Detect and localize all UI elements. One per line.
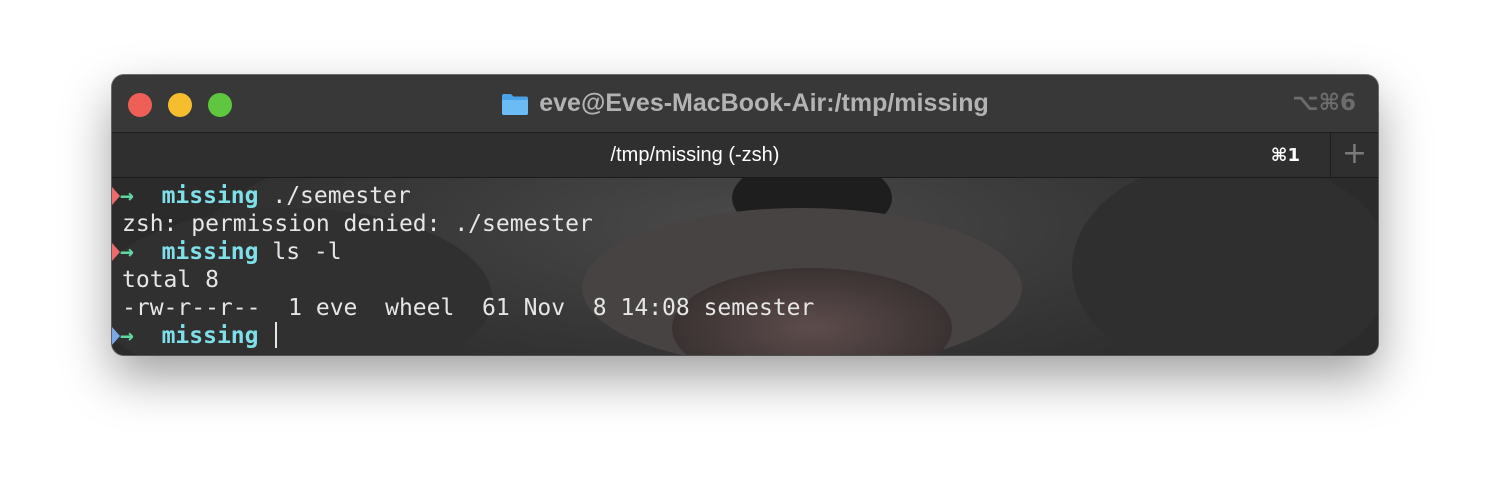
window-title-group: eve@Eves-MacBook-Air:/tmp/missing [501,89,989,118]
terminal-line: → missing ls -l [112,238,1378,266]
terminal-content[interactable]: → missing ./semester zsh: permission den… [112,178,1378,355]
status-marker-icon [112,187,120,205]
close-button[interactable] [128,93,152,117]
prompt-directory: missing [161,239,259,265]
command-text [259,323,273,349]
status-marker-icon [112,327,120,345]
tab-zsh[interactable]: /tmp/missing (-zsh) ⌘1 [112,133,1330,177]
prompt-arrow-icon: → [120,323,134,349]
terminal-line: → missing [112,322,1378,350]
tab-title: /tmp/missing (-zsh) [610,144,780,166]
prompt-arrow-icon: → [120,183,134,209]
zoom-button[interactable] [208,93,232,117]
terminal-line: -rw-r--r-- 1 eve wheel 61 Nov 8 14:08 se… [122,295,815,321]
status-marker-icon [112,243,120,261]
prompt-directory: missing [161,323,259,349]
command-text: ls -l [258,239,342,265]
tab-bar: /tmp/missing (-zsh) ⌘1 + [112,132,1378,178]
terminal-window: eve@Eves-MacBook-Air:/tmp/missing ⌥⌘6 /t… [112,75,1378,355]
terminal-line: zsh: permission denied: ./semester [122,211,593,237]
minimize-button[interactable] [168,93,192,117]
prompt-arrow-icon: → [120,239,134,265]
title-bar[interactable]: eve@Eves-MacBook-Air:/tmp/missing ⌥⌘6 [112,75,1378,132]
command-text: ./semester [258,183,411,209]
terminal-line: total 8 [122,267,219,293]
new-tab-button[interactable]: + [1331,133,1378,177]
window-title: eve@Eves-MacBook-Air:/tmp/missing [539,89,989,117]
window-shortcut: ⌥⌘6 [1292,90,1356,116]
prompt-directory: missing [161,183,259,209]
tab-shortcut: ⌘1 [1270,145,1300,166]
folder-icon [501,92,529,116]
terminal-lines: → missing ./semester zsh: permission den… [112,182,1378,350]
text-cursor [275,322,278,348]
terminal-line: → missing ./semester [112,182,1378,210]
